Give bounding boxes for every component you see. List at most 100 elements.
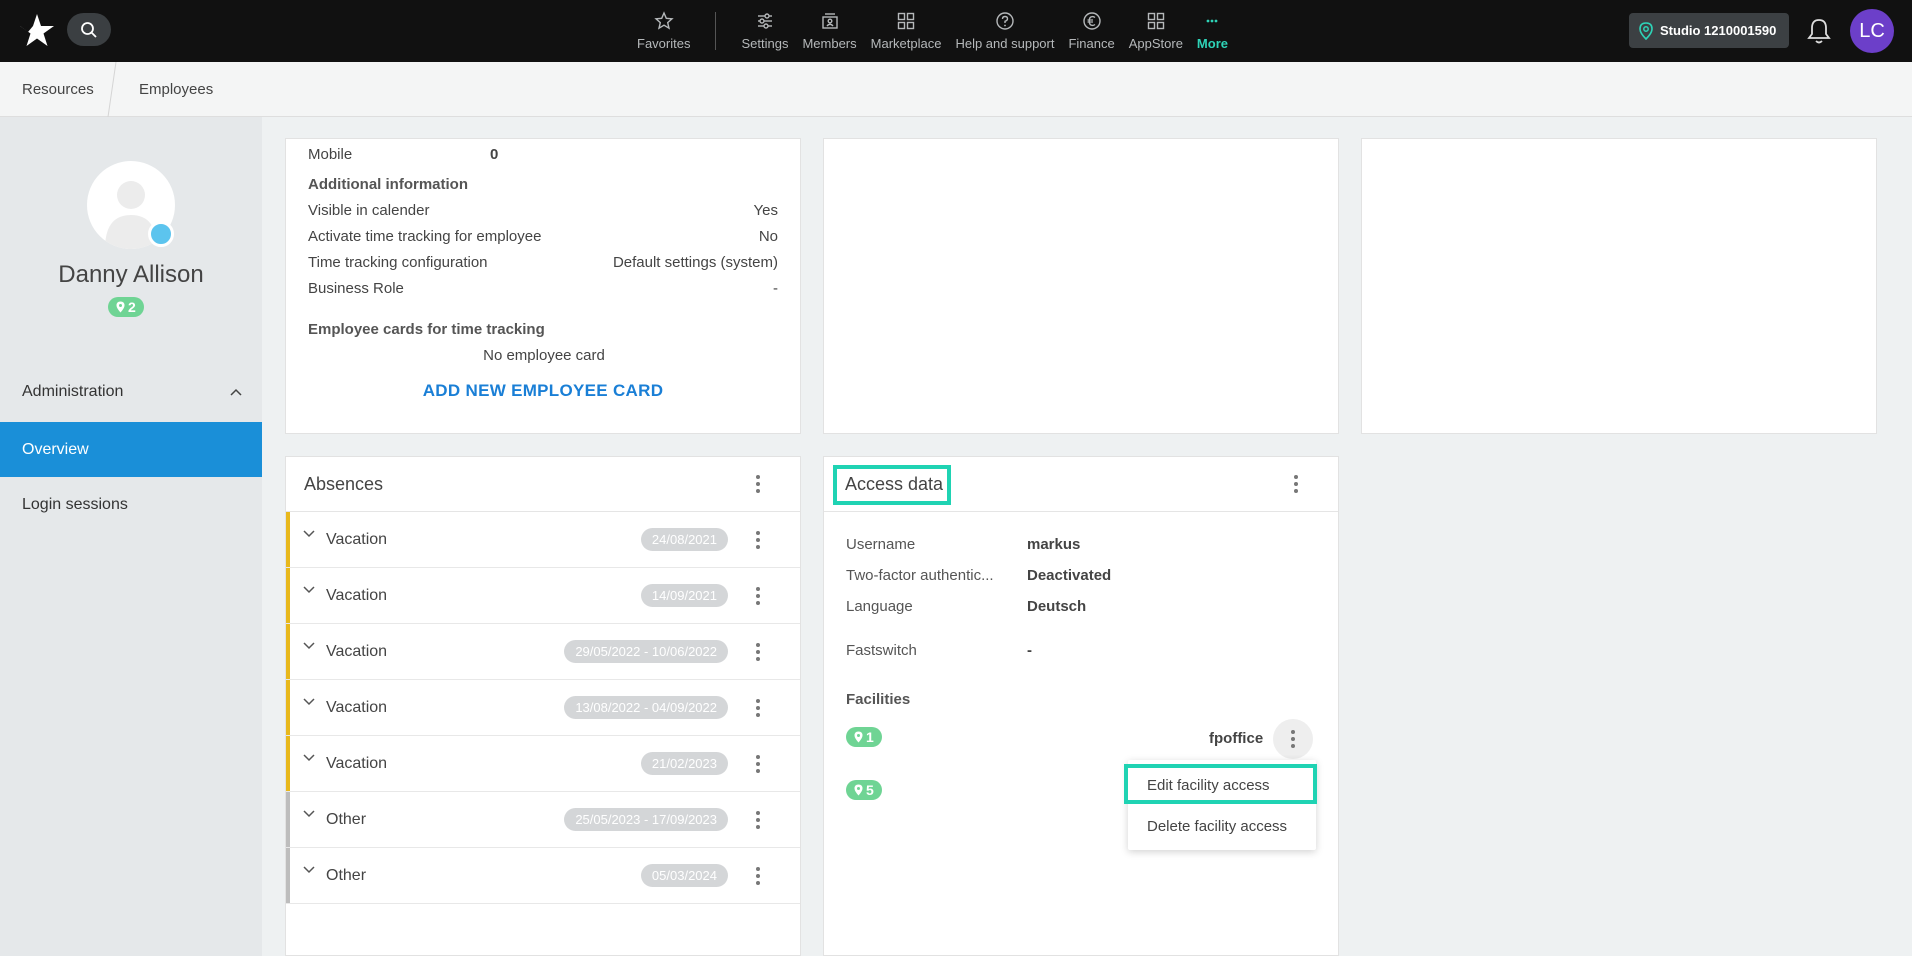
chevron-down-icon[interactable] — [303, 866, 315, 874]
absences-header: Absences — [286, 457, 800, 512]
info-label: Business Role — [308, 280, 404, 297]
absence-date: 14/09/2021 — [640, 584, 728, 607]
studio-selector[interactable]: Studio 1210001590 — [1629, 13, 1789, 48]
search-button[interactable] — [67, 13, 111, 46]
nav-divider — [715, 12, 717, 50]
no-employee-card-text: No employee card — [483, 347, 605, 364]
absence-type: Other — [326, 866, 367, 884]
sidebar-item-login-sessions[interactable]: Login sessions — [0, 477, 262, 532]
facility-badge-count: 1 — [866, 729, 874, 745]
username-value: markus — [1027, 536, 1081, 553]
absence-type-bar — [286, 568, 290, 623]
info-value: No — [758, 228, 778, 245]
info-row: Visible in calender Yes — [308, 202, 778, 219]
info-row: Activate time tracking for employee No — [308, 228, 778, 245]
info-label: Visible in calender — [308, 202, 430, 219]
absence-date: 05/03/2024 — [640, 864, 728, 887]
absence-menu-button[interactable] — [748, 810, 768, 829]
absence-type: Vacation — [326, 530, 388, 548]
nav-members[interactable]: Members — [795, 0, 863, 62]
employee-cards-heading: Employee cards for time tracking — [308, 321, 545, 338]
chevron-down-icon[interactable] — [303, 642, 315, 650]
absence-type-bar — [286, 624, 290, 679]
sidebar: Danny Allison 2 Administration Overview … — [0, 117, 262, 956]
absence-menu-button[interactable] — [748, 530, 768, 549]
chevron-down-icon[interactable] — [303, 698, 315, 706]
empty-card — [1361, 138, 1877, 434]
nav-label: Help and support — [955, 36, 1055, 51]
absence-menu-button[interactable] — [748, 866, 768, 885]
facility-badge: 1 — [846, 727, 882, 747]
chevron-up-icon — [230, 388, 242, 396]
absence-row[interactable]: Vacation 21/02/2023 — [286, 736, 800, 792]
facility-badge-count: 5 — [866, 782, 874, 798]
nav-more[interactable]: More — [1190, 0, 1235, 62]
nav-label: Finance — [1068, 36, 1115, 51]
access-data-menu-button[interactable] — [1286, 475, 1306, 493]
language-value: Deutsch — [1027, 598, 1087, 615]
chevron-down-icon[interactable] — [303, 586, 315, 594]
chevron-down-icon[interactable] — [303, 810, 315, 818]
absence-type: Vacation — [326, 642, 388, 660]
info-row: Business Role - — [308, 280, 778, 297]
absence-menu-button[interactable] — [748, 754, 768, 773]
facilities-heading: Facilities — [846, 691, 911, 708]
logo-icon[interactable] — [18, 12, 56, 48]
absence-type: Vacation — [326, 698, 388, 716]
info-value: - — [773, 280, 778, 297]
absences-card: Absences Vacation 24/08/2021 Vacation 14/09… — [285, 456, 801, 956]
info-label: Activate time tracking for employee — [308, 228, 542, 245]
absence-date: 21/02/2023 — [640, 752, 728, 775]
absence-row[interactable]: Other 05/03/2024 — [286, 848, 800, 904]
nav-appstore[interactable]: AppStore — [1122, 0, 1190, 62]
mobile-value: 0 — [490, 146, 499, 163]
user-avatar[interactable]: LC — [1850, 9, 1894, 53]
nav-favorites[interactable]: Favorites — [630, 0, 697, 62]
nav-finance[interactable]: Finance — [1061, 0, 1121, 62]
nav-label: Settings — [741, 36, 789, 51]
grid-icon — [897, 12, 915, 30]
username-label: Username — [846, 536, 916, 553]
administration-section-toggle[interactable]: Administration — [22, 383, 242, 401]
absence-row[interactable]: Vacation 24/08/2021 — [286, 512, 800, 568]
absence-type-bar — [286, 512, 290, 567]
add-employee-card-button[interactable]: ADD NEW EMPLOYEE CARD — [286, 381, 800, 401]
absence-menu-button[interactable] — [748, 642, 768, 661]
breadcrumb-resources[interactable]: Resources — [22, 81, 94, 98]
badge-count: 2 — [128, 299, 136, 315]
absences-menu-button[interactable] — [748, 475, 768, 493]
chevron-down-icon[interactable] — [303, 530, 315, 538]
section-label: Administration — [22, 383, 124, 400]
nav-marketplace[interactable]: Marketplace — [864, 0, 949, 62]
breadcrumb-separator — [107, 62, 117, 117]
absence-type: Other — [326, 810, 367, 828]
nav-label: Favorites — [637, 36, 691, 51]
nav-help[interactable]: Help and support — [948, 0, 1061, 62]
breadcrumb-employees[interactable]: Employees — [139, 81, 213, 98]
location-pin-icon — [854, 784, 863, 796]
twofa-label: Two-factor authentic... — [846, 567, 994, 584]
online-status-dot — [148, 221, 174, 247]
notification-bell-icon[interactable] — [1806, 17, 1832, 45]
chevron-down-icon[interactable] — [303, 754, 315, 762]
nav-settings[interactable]: Settings — [734, 0, 795, 62]
euro-icon — [1082, 12, 1101, 30]
absence-menu-button[interactable] — [748, 586, 768, 605]
absence-row[interactable]: Vacation 29/05/2022 - 10/06/2022 — [286, 624, 800, 680]
info-label: Time tracking configuration — [308, 254, 488, 271]
employee-name: Danny Allison — [58, 261, 204, 288]
facility-name: fpoffice — [1209, 730, 1264, 747]
absence-date: 13/08/2022 - 04/09/2022 — [564, 696, 728, 719]
twofa-value: Deactivated — [1027, 567, 1112, 584]
info-value: Yes — [753, 202, 778, 219]
apps-icon — [1147, 12, 1165, 30]
absence-row[interactable]: Other 25/05/2023 - 17/09/2023 — [286, 792, 800, 848]
absence-row[interactable]: Vacation 13/08/2022 - 04/09/2022 — [286, 680, 800, 736]
fastswitch-value: - — [1027, 642, 1032, 659]
facility-menu-button[interactable] — [1273, 719, 1313, 759]
delete-facility-access-option[interactable]: Delete facility access — [1147, 818, 1287, 835]
absence-menu-button[interactable] — [748, 698, 768, 717]
sidebar-item-overview[interactable]: Overview — [0, 422, 262, 477]
absence-date: 25/05/2023 - 17/09/2023 — [564, 808, 728, 831]
absence-row[interactable]: Vacation 14/09/2021 — [286, 568, 800, 624]
